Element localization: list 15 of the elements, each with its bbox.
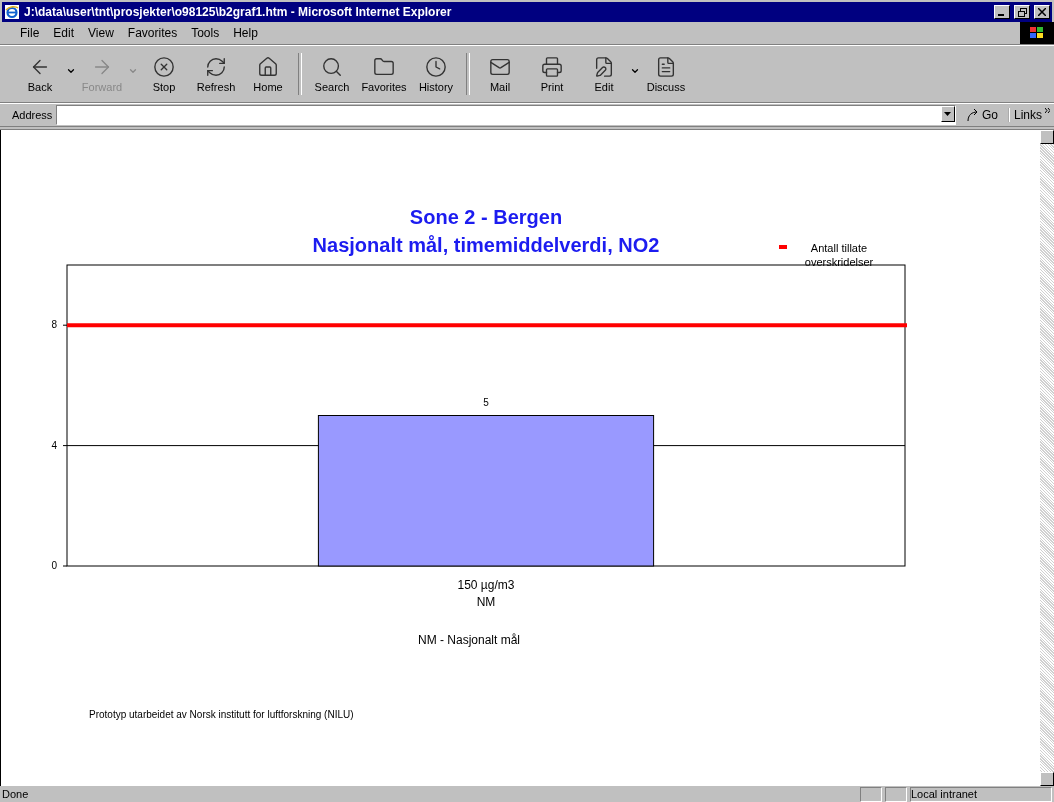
data-label: 5	[483, 396, 489, 408]
window-title: J:\data\user\tnt\prosjekter\o98125\b2graf1.htm - Microsoft Internet Explorer	[24, 5, 453, 19]
y-tick-label: 8	[51, 319, 57, 331]
address-label: Address	[11, 109, 54, 121]
credit-text: Prototyp utarbeidet av Norsk institutt for luftforskning (NILU)	[89, 709, 354, 720]
status-text: Done	[2, 788, 30, 800]
x-axis-label: NM	[476, 595, 496, 609]
legend-label: Antall tillate overskridelser	[803, 241, 875, 269]
y-tick-label: 4	[51, 439, 57, 451]
footnote: NM - Nasjonalt mål	[418, 633, 521, 647]
x-tick-label: 150 µg/m3	[457, 578, 515, 592]
zone-indicator: Local intranet	[910, 786, 1052, 802]
chart-title: Nasjonalt mål, timemiddelverdi, NO2	[312, 233, 660, 258]
y-tick-label: 0	[51, 560, 57, 571]
chart-title: Sone 2 - Bergen	[409, 205, 563, 230]
